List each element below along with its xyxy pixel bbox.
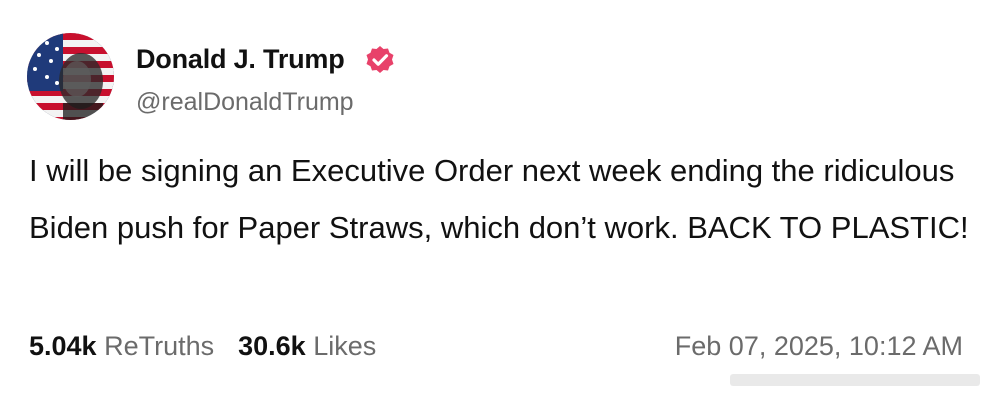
post-stats: 5.04k ReTruths 30.6k Likes: [29, 328, 376, 364]
post-card: Donald J. Trump @realDonaldTrump I will …: [0, 0, 994, 402]
likes-stat[interactable]: 30.6k Likes: [238, 331, 376, 361]
retruths-count: 5.04k: [29, 331, 97, 361]
watermark-logo: [730, 374, 980, 386]
avatar-portrait-flag-icon: [27, 33, 114, 120]
author-display-name[interactable]: Donald J. Trump: [136, 43, 345, 75]
author-avatar[interactable]: [27, 33, 114, 120]
post-timestamp[interactable]: Feb 07, 2025, 10:12 AM: [675, 328, 963, 364]
post-text: I will be signing an Executive Order nex…: [29, 153, 969, 245]
author-handle[interactable]: @realDonaldTrump: [136, 86, 354, 118]
retruths-label: ReTruths: [104, 331, 215, 361]
verified-badge-icon: [366, 46, 394, 73]
likes-count: 30.6k: [238, 331, 306, 361]
likes-label: Likes: [313, 331, 377, 361]
retruths-stat[interactable]: 5.04k ReTruths: [29, 331, 214, 361]
